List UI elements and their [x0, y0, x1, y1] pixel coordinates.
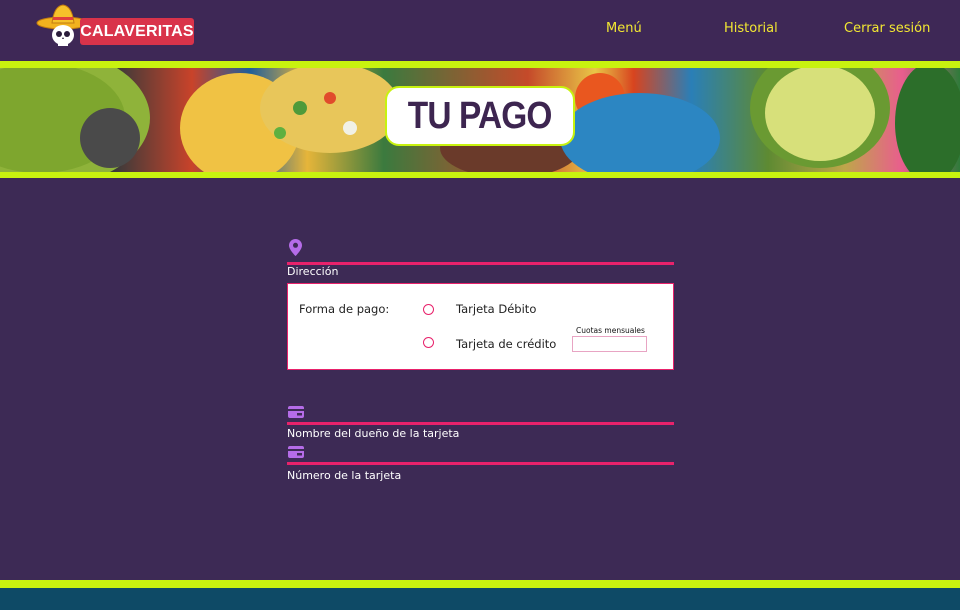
- card-number-label: Número de la tarjeta: [287, 469, 402, 482]
- credit-card-label[interactable]: Tarjeta de crédito: [456, 337, 556, 351]
- installments-input[interactable]: [572, 336, 647, 352]
- debit-card-label[interactable]: Tarjeta Débito: [456, 302, 536, 316]
- top-navigation-bar: CALAVERITAS Menú Historial Cerrar sesión: [0, 0, 960, 61]
- card-owner-label: Nombre del dueño de la tarjeta: [287, 427, 460, 440]
- banner-top-stripe: [0, 61, 960, 68]
- address-label: Dirección: [287, 265, 339, 278]
- page-title: TU PAGO: [408, 94, 553, 137]
- footer-stripe: [0, 580, 960, 588]
- card-owner-input-line[interactable]: [287, 422, 674, 425]
- banner-bottom-stripe: [0, 172, 960, 178]
- debit-card-radio[interactable]: [423, 304, 434, 315]
- payment-method-label: Forma de pago:: [299, 302, 390, 316]
- credit-card-icon: [288, 406, 304, 418]
- footer-bar: [0, 588, 960, 610]
- logo-wordmark: CALAVERITAS: [80, 18, 194, 45]
- installments-label: Cuotas mensuales: [576, 326, 645, 335]
- nav-logout-link[interactable]: Cerrar sesión: [844, 21, 930, 36]
- location-pin-icon: [289, 239, 302, 256]
- nav-history-link[interactable]: Historial: [724, 21, 778, 36]
- calaveritas-logo[interactable]: CALAVERITAS: [36, 4, 196, 48]
- payment-method-box: Forma de pago: Tarjeta Débito Tarjeta de…: [287, 283, 674, 370]
- address-input-line[interactable]: [287, 262, 674, 265]
- page-title-card: TU PAGO: [385, 86, 575, 146]
- card-number-input-line[interactable]: [287, 462, 674, 465]
- nav-menu-link[interactable]: Menú: [606, 21, 642, 36]
- credit-card-radio[interactable]: [423, 337, 434, 348]
- credit-card-icon: [288, 446, 304, 458]
